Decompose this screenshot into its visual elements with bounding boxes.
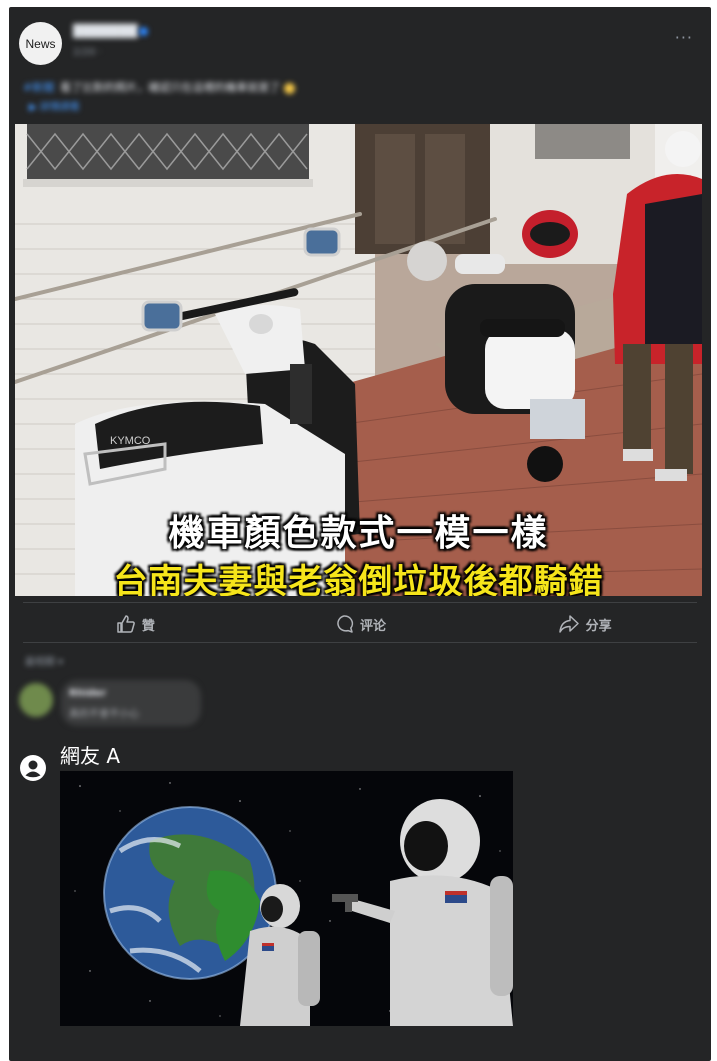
caption-text: 看了比對的照片，確認只在這裡的機車就是了 (60, 81, 281, 94)
comment-icon (337, 615, 354, 633)
share-label: 分享 (585, 618, 612, 634)
verified-icon (139, 27, 148, 36)
photo-overlay-headline: 機車顏色款式一模一樣 (168, 513, 549, 554)
user-avatar-icon (20, 755, 46, 781)
comment-label: 评论 (360, 618, 387, 634)
comment-button[interactable]: 评论 (248, 614, 473, 634)
avatar-text: News (25, 36, 56, 51)
reply-meme-image[interactable] (60, 771, 513, 1026)
divider (23, 642, 697, 643)
person-silhouette-icon (25, 760, 41, 778)
commenter-avatar[interactable] (19, 683, 53, 717)
thumbs-up-icon (117, 615, 135, 633)
like-button[interactable]: 贊 (23, 614, 248, 634)
photo-overlay-subheadline: 台南夫妻與老翁倒垃圾後都騎錯 (113, 562, 604, 596)
post-caption: #新聞 看了比對的照片，確認只在這裡的機車就是了 (23, 79, 296, 95)
share-arrow-icon (558, 615, 579, 633)
page-avatar[interactable]: News (19, 22, 62, 65)
comment-text: 真的不會不小心 (69, 709, 139, 720)
comment-sort-dropdown[interactable]: 最相關 ▾ (25, 653, 63, 668)
astronaut-meme-illustration (60, 771, 513, 1026)
divider (23, 602, 697, 603)
caption-hashtag[interactable]: #新聞 (23, 81, 54, 94)
comment-bubble: Rhider 真的不會不小心 (61, 680, 201, 726)
page-name[interactable]: ███████ (73, 24, 138, 38)
comment-author[interactable]: Rhider (69, 688, 106, 699)
caption-link[interactable]: ▶ 詳情請看 (29, 98, 80, 113)
emoji-icon (284, 82, 296, 94)
reply-author-name: 網友 A (60, 744, 121, 768)
post-photo[interactable]: KYMCO 機車顏色款式一模一樣 台南夫妻與老翁倒垃圾後都騎錯 (15, 124, 702, 596)
like-label: 贊 (141, 618, 155, 634)
facebook-post: News ███████ 2/20 · ··· #新聞 看了比對的照片，確認只在這… (9, 7, 711, 1061)
post-timestamp[interactable]: 2/20 · (73, 47, 102, 58)
post-action-bar: 贊 评论 分享 (23, 606, 697, 642)
more-options-icon[interactable]: ··· (675, 30, 693, 46)
share-button[interactable]: 分享 (472, 614, 697, 634)
